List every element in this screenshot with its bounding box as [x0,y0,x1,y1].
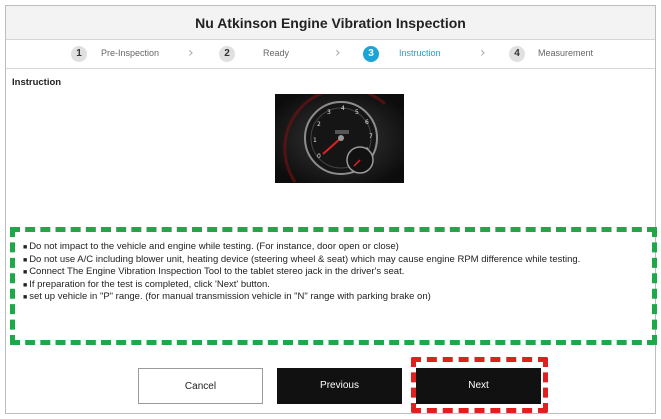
instruction-item: set up vehicle in "P" range. (for manual… [17,291,657,304]
chevron-right-icon: › [480,45,486,61]
svg-text:1: 1 [313,137,317,144]
instruction-list: Do not impact to the vehicle and engine … [17,241,657,304]
step-3-label: Instruction [399,48,441,58]
previous-button[interactable]: Previous [277,368,402,404]
instruction-item: If preparation for the test is completed… [17,279,657,292]
instruction-item: Do not impact to the vehicle and engine … [17,241,657,254]
step-indicator: 1 Pre-Inspection › 2 Ready › 3 Instructi… [6,40,655,69]
gauge-illustration: 0 1 2 3 4 5 6 7 8 [275,94,404,183]
chevron-right-icon: › [188,45,194,61]
step-1-number: 1 [71,46,87,62]
svg-text:6: 6 [365,119,369,126]
svg-text:0: 0 [317,153,321,160]
svg-text:5: 5 [355,109,359,116]
instrument-cluster-image: 0 1 2 3 4 5 6 7 8 [275,94,404,183]
window-title: Nu Atkinson Engine Vibration Inspection [195,15,466,31]
svg-text:2: 2 [317,121,321,128]
chevron-right-icon: › [335,45,341,61]
instructions-box: Do not impact to the vehicle and engine … [10,227,657,345]
step-3-number: 3 [363,46,379,62]
step-2-number: 2 [219,46,235,62]
step-1-label: Pre-Inspection [101,48,160,58]
instruction-item: Connect The Engine Vibration Inspection … [17,266,657,279]
cancel-button[interactable]: Cancel [138,368,263,404]
step-4-number: 4 [509,46,525,62]
svg-text:4: 4 [341,105,345,112]
svg-text:7: 7 [369,133,373,140]
svg-text:3: 3 [327,109,331,116]
section-label: Instruction [12,77,62,88]
instruction-item: Do not use A/C including blower unit, he… [17,254,657,267]
step-4-label: Measurement [538,48,594,58]
title-bar: Nu Atkinson Engine Vibration Inspection [6,6,655,40]
step-2-label: Ready [263,48,290,58]
next-button-highlight [411,357,548,413]
